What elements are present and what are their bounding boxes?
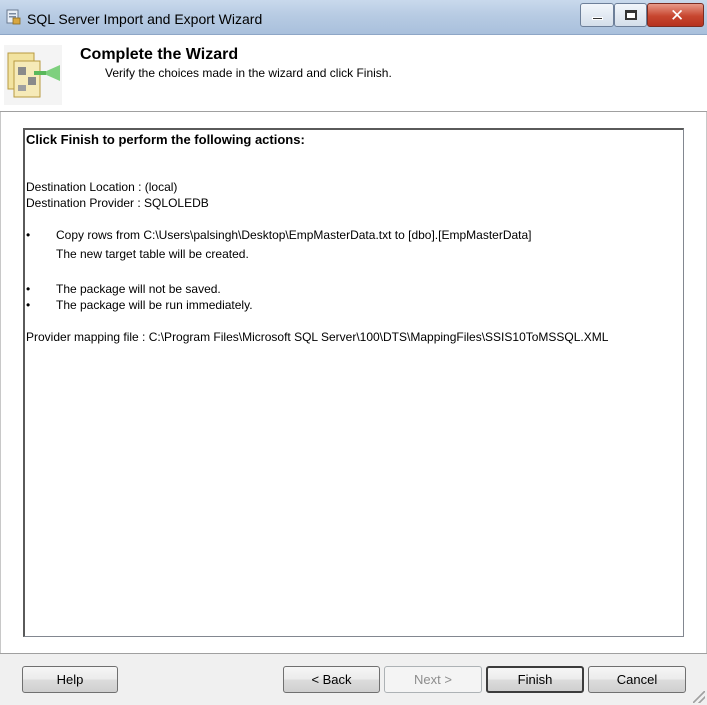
wizard-body: Click Finish to perform the following ac… <box>0 112 707 653</box>
minimize-button[interactable] <box>580 3 614 27</box>
help-button[interactable]: Help <box>22 666 118 693</box>
next-button[interactable]: Next > <box>384 666 482 693</box>
provider-mapping-file: Provider mapping file : C:\Program Files… <box>26 330 609 344</box>
finish-button[interactable]: Finish <box>486 666 584 693</box>
wizard-banner-icon <box>4 45 62 105</box>
resize-grip-icon[interactable] <box>693 691 705 703</box>
close-button[interactable]: ✕ <box>647 3 704 27</box>
new-table-note: The new target table will be created. <box>56 247 249 261</box>
wizard-header: Complete the Wizard Verify the choices m… <box>0 35 707 112</box>
bullet-icon: • <box>26 228 31 242</box>
back-button[interactable]: < Back <box>283 666 380 693</box>
title-bar[interactable]: SQL Server Import and Export Wizard ✕ <box>0 0 707 35</box>
package-run-immediately: The package will be run immediately. <box>56 298 253 312</box>
close-icon: ✕ <box>670 6 685 26</box>
bullet-icon: • <box>26 298 31 312</box>
page-subtitle: Verify the choices made in the wizard an… <box>105 66 392 80</box>
destination-location: Destination Location : (local) <box>26 180 178 194</box>
wizard-app-icon <box>6 9 21 25</box>
copy-rows-action: Copy rows from C:\Users\palsingh\Desktop… <box>56 228 532 242</box>
maximize-icon <box>625 10 637 20</box>
window-title: SQL Server Import and Export Wizard <box>27 11 263 27</box>
package-not-saved: The package will not be saved. <box>56 282 221 296</box>
bullet-icon: • <box>26 282 31 296</box>
report-heading: Click Finish to perform the following ac… <box>26 132 305 147</box>
minimize-icon <box>592 17 603 20</box>
cancel-button[interactable]: Cancel <box>588 666 686 693</box>
page-title: Complete the Wizard <box>80 46 239 63</box>
destination-provider: Destination Provider : SQLOLEDB <box>26 196 209 210</box>
summary-report-box[interactable]: Click Finish to perform the following ac… <box>23 128 684 637</box>
maximize-button[interactable] <box>614 3 647 27</box>
wizard-footer: Help < Back Next > Finish Cancel <box>0 653 707 705</box>
